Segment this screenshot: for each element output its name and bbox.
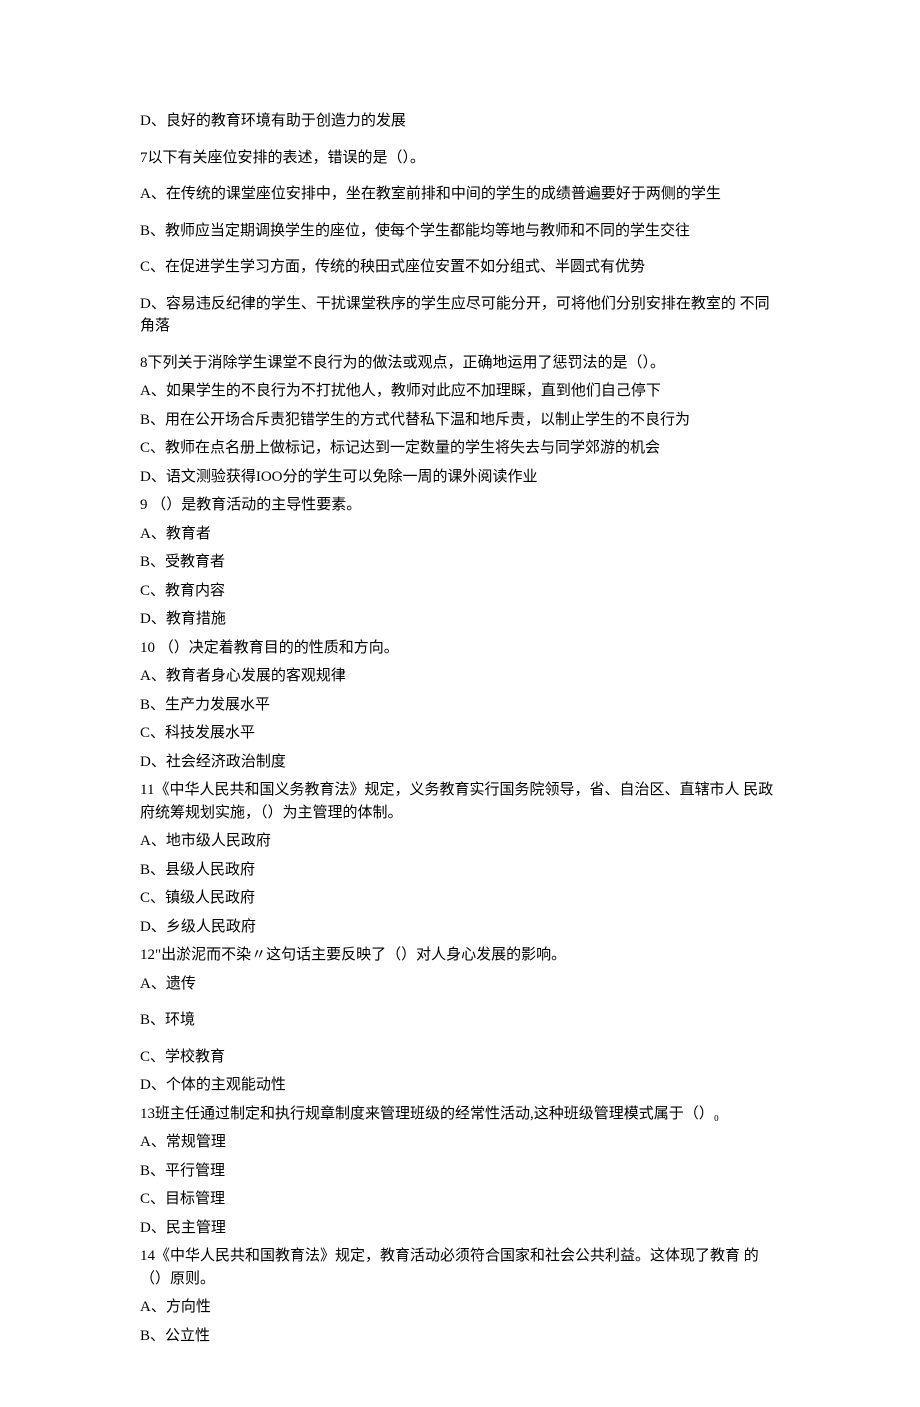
text-line: 8下列关于消除学生课堂不良行为的做法或观点，正确地运用了惩罚法的是（）。 xyxy=(140,352,780,375)
text-line: D、民主管理 xyxy=(140,1217,780,1240)
text-line: C、在促进学生学习方面，传统的秧田式座位安置不如分组式、半圆式有优势 xyxy=(140,256,780,279)
document-page: D、良好的教育环境有助于创造力的发展 7以下有关座位安排的表述，错误的是（）。 … xyxy=(0,0,920,1407)
text-line: A、地市级人民政府 xyxy=(140,830,780,853)
text-line: B、用在公开场合斥责犯错学生的方式代替私下温和地斥责，以制止学生的不良行为 xyxy=(140,409,780,432)
text-line: B、环境 xyxy=(140,1009,780,1032)
text-line: 9 （）是教育活动的主导性要素。 xyxy=(140,494,780,517)
text-line: D、社会经济政治制度 xyxy=(140,751,780,774)
text-line: B、受教育者 xyxy=(140,551,780,574)
text-line: A、方向性 xyxy=(140,1296,780,1319)
text-line: D、个体的主观能动性 xyxy=(140,1074,780,1097)
text-line: 13班主任通过制定和执行规章制度来管理班级的经常性活动,这种班级管理模式属于（）… xyxy=(140,1103,780,1126)
text-line: A、常规管理 xyxy=(140,1131,780,1154)
text-line: D、容易违反纪律的学生、干扰课堂秩序的学生应尽可能分开，可将他们分别安排在教室的… xyxy=(140,293,780,338)
text-line: A、教育者 xyxy=(140,523,780,546)
text-line: 7以下有关座位安排的表述，错误的是（）。 xyxy=(140,147,780,170)
text-line: D、良好的教育环境有助于创造力的发展 xyxy=(140,110,780,133)
text-line: C、科技发展水平 xyxy=(140,722,780,745)
text-line: B、平行管理 xyxy=(140,1160,780,1183)
text-line: A、教育者身心发展的客观规律 xyxy=(140,665,780,688)
text-line: B、生产力发展水平 xyxy=(140,694,780,717)
text-line: A、如果学生的不良行为不打扰他人，教师对此应不加理睬，直到他们自己停下 xyxy=(140,380,780,403)
text-line: C、教师在点名册上做标记，标记达到一定数量的学生将失去与同学郊游的机会 xyxy=(140,437,780,460)
text-line: C、镇级人民政府 xyxy=(140,887,780,910)
text-line: A、遗传 xyxy=(140,973,780,996)
text-line: D、语文测验获得IOO分的学生可以免除一周的课外阅读作业 xyxy=(140,466,780,489)
text-line: D、乡级人民政府 xyxy=(140,916,780,939)
text-line: C、学校教育 xyxy=(140,1046,780,1069)
text-line: 14《中华人民共和国教育法》规定，教育活动必须符合国家和社会公共利益。这体现了教… xyxy=(140,1245,780,1290)
text-line: A、在传统的课堂座位安排中，坐在教室前排和中间的学生的成绩普遍要好于两侧的学生 xyxy=(140,183,780,206)
text-line: 10 （）决定着教育目的的性质和方向。 xyxy=(140,637,780,660)
text-line: 11《中华人民共和国义务教育法》规定，义务教育实行国务院领导，省、自治区、直辖市… xyxy=(140,779,780,824)
text-line: 12"出淤泥而不染〃这句话主要反映了（）对人身心发展的影响。 xyxy=(140,944,780,967)
text-line: B、公立性 xyxy=(140,1325,780,1348)
text-line: D、教育措施 xyxy=(140,608,780,631)
text-line: B、县级人民政府 xyxy=(140,859,780,882)
text-line: C、教育内容 xyxy=(140,580,780,603)
text-line: C、目标管理 xyxy=(140,1188,780,1211)
text-line: B、教师应当定期调换学生的座位，使每个学生都能均等地与教师和不同的学生交往 xyxy=(140,220,780,243)
